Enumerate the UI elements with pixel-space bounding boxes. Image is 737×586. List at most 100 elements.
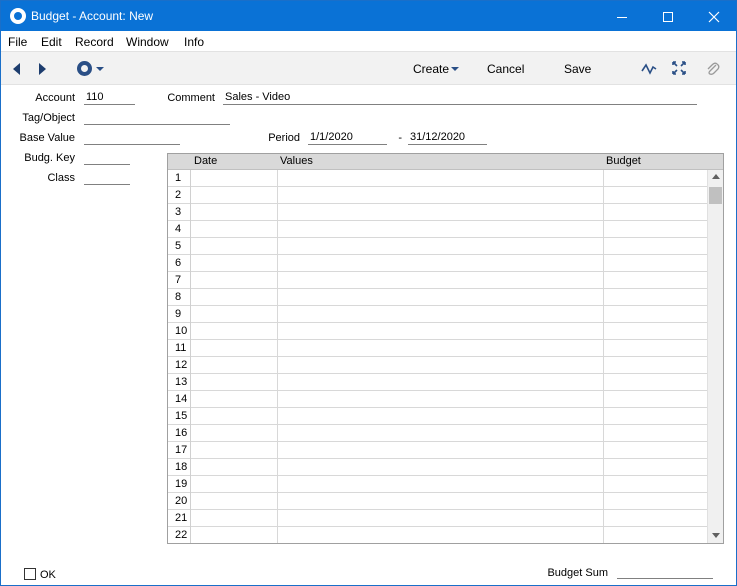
column-header-budget[interactable]: Budget: [606, 155, 641, 167]
values-cell[interactable]: [278, 221, 604, 238]
date-cell[interactable]: [191, 425, 278, 442]
create-caret-icon[interactable]: [451, 67, 459, 71]
table-row[interactable]: 16: [168, 425, 707, 442]
date-cell[interactable]: [191, 459, 278, 476]
values-cell[interactable]: [278, 272, 604, 289]
maximize-button[interactable]: [645, 1, 691, 31]
date-cell[interactable]: [191, 238, 278, 255]
date-cell[interactable]: [191, 340, 278, 357]
menu-record[interactable]: Record: [75, 35, 114, 49]
table-row[interactable]: 2: [168, 187, 707, 204]
table-row[interactable]: 4: [168, 221, 707, 238]
table-row[interactable]: 19: [168, 476, 707, 493]
table-row[interactable]: 14: [168, 391, 707, 408]
budget-cell[interactable]: [604, 510, 707, 527]
values-cell[interactable]: [278, 323, 604, 340]
values-cell[interactable]: [278, 527, 604, 543]
table-row[interactable]: 8: [168, 289, 707, 306]
expand-icon[interactable]: [672, 61, 686, 75]
date-cell[interactable]: [191, 323, 278, 340]
menu-info[interactable]: Info: [184, 35, 204, 49]
date-cell[interactable]: [191, 170, 278, 187]
budget-cell[interactable]: [604, 187, 707, 204]
budget-cell[interactable]: [604, 459, 707, 476]
values-cell[interactable]: [278, 306, 604, 323]
values-cell[interactable]: [278, 493, 604, 510]
table-row[interactable]: 20: [168, 493, 707, 510]
values-cell[interactable]: [278, 340, 604, 357]
values-cell[interactable]: [278, 510, 604, 527]
date-cell[interactable]: [191, 476, 278, 493]
values-cell[interactable]: [278, 476, 604, 493]
table-row[interactable]: 10: [168, 323, 707, 340]
budget-cell[interactable]: [604, 442, 707, 459]
table-row[interactable]: 5: [168, 238, 707, 255]
budget-cell[interactable]: [604, 340, 707, 357]
budget-cell[interactable]: [604, 255, 707, 272]
table-row[interactable]: 7: [168, 272, 707, 289]
date-cell[interactable]: [191, 391, 278, 408]
save-button[interactable]: Save: [564, 62, 591, 76]
create-button[interactable]: Create: [413, 62, 449, 76]
date-cell[interactable]: [191, 204, 278, 221]
cancel-button[interactable]: Cancel: [487, 62, 524, 76]
date-cell[interactable]: [191, 221, 278, 238]
values-cell[interactable]: [278, 187, 604, 204]
values-cell[interactable]: [278, 425, 604, 442]
tag-object-field[interactable]: [84, 111, 230, 125]
table-row[interactable]: 11: [168, 340, 707, 357]
budget-cell[interactable]: [604, 323, 707, 340]
values-cell[interactable]: [278, 391, 604, 408]
values-cell[interactable]: [278, 170, 604, 187]
table-row[interactable]: 22: [168, 527, 707, 543]
date-cell[interactable]: [191, 357, 278, 374]
column-header-values[interactable]: Values: [280, 155, 313, 167]
table-row[interactable]: 21: [168, 510, 707, 527]
date-cell[interactable]: [191, 442, 278, 459]
values-cell[interactable]: [278, 459, 604, 476]
scroll-up-icon[interactable]: [712, 174, 720, 179]
budget-cell[interactable]: [604, 238, 707, 255]
date-cell[interactable]: [191, 510, 278, 527]
values-cell[interactable]: [278, 238, 604, 255]
table-row[interactable]: 17: [168, 442, 707, 459]
date-cell[interactable]: [191, 408, 278, 425]
budget-cell[interactable]: [604, 425, 707, 442]
values-cell[interactable]: [278, 442, 604, 459]
budget-cell[interactable]: [604, 476, 707, 493]
budget-cell[interactable]: [604, 391, 707, 408]
table-row[interactable]: 15: [168, 408, 707, 425]
column-header-date[interactable]: Date: [194, 155, 217, 167]
previous-record-icon[interactable]: [13, 63, 20, 75]
scroll-thumb[interactable]: [709, 187, 722, 204]
class-field[interactable]: [84, 171, 130, 185]
budget-cell[interactable]: [604, 272, 707, 289]
budget-cell[interactable]: [604, 357, 707, 374]
date-cell[interactable]: [191, 493, 278, 510]
gear-menu-caret-icon[interactable]: [96, 67, 104, 71]
table-row[interactable]: 12: [168, 357, 707, 374]
account-field[interactable]: 110: [84, 91, 135, 105]
date-cell[interactable]: [191, 527, 278, 543]
vertical-scrollbar[interactable]: [707, 170, 723, 543]
menu-edit[interactable]: Edit: [41, 35, 62, 49]
activity-icon[interactable]: [641, 61, 657, 77]
table-row[interactable]: 9: [168, 306, 707, 323]
budget-cell[interactable]: [604, 527, 707, 543]
period-from-field[interactable]: 1/1/2020: [308, 131, 387, 145]
values-cell[interactable]: [278, 204, 604, 221]
date-cell[interactable]: [191, 289, 278, 306]
menu-window[interactable]: Window: [126, 35, 169, 49]
values-cell[interactable]: [278, 255, 604, 272]
budget-cell[interactable]: [604, 493, 707, 510]
budget-cell[interactable]: [604, 170, 707, 187]
table-row[interactable]: 6: [168, 255, 707, 272]
date-cell[interactable]: [191, 272, 278, 289]
date-cell[interactable]: [191, 187, 278, 204]
budget-cell[interactable]: [604, 374, 707, 391]
date-cell[interactable]: [191, 374, 278, 391]
ok-checkbox[interactable]: [24, 568, 36, 580]
date-cell[interactable]: [191, 255, 278, 272]
values-cell[interactable]: [278, 289, 604, 306]
paperclip-icon[interactable]: [706, 61, 720, 77]
